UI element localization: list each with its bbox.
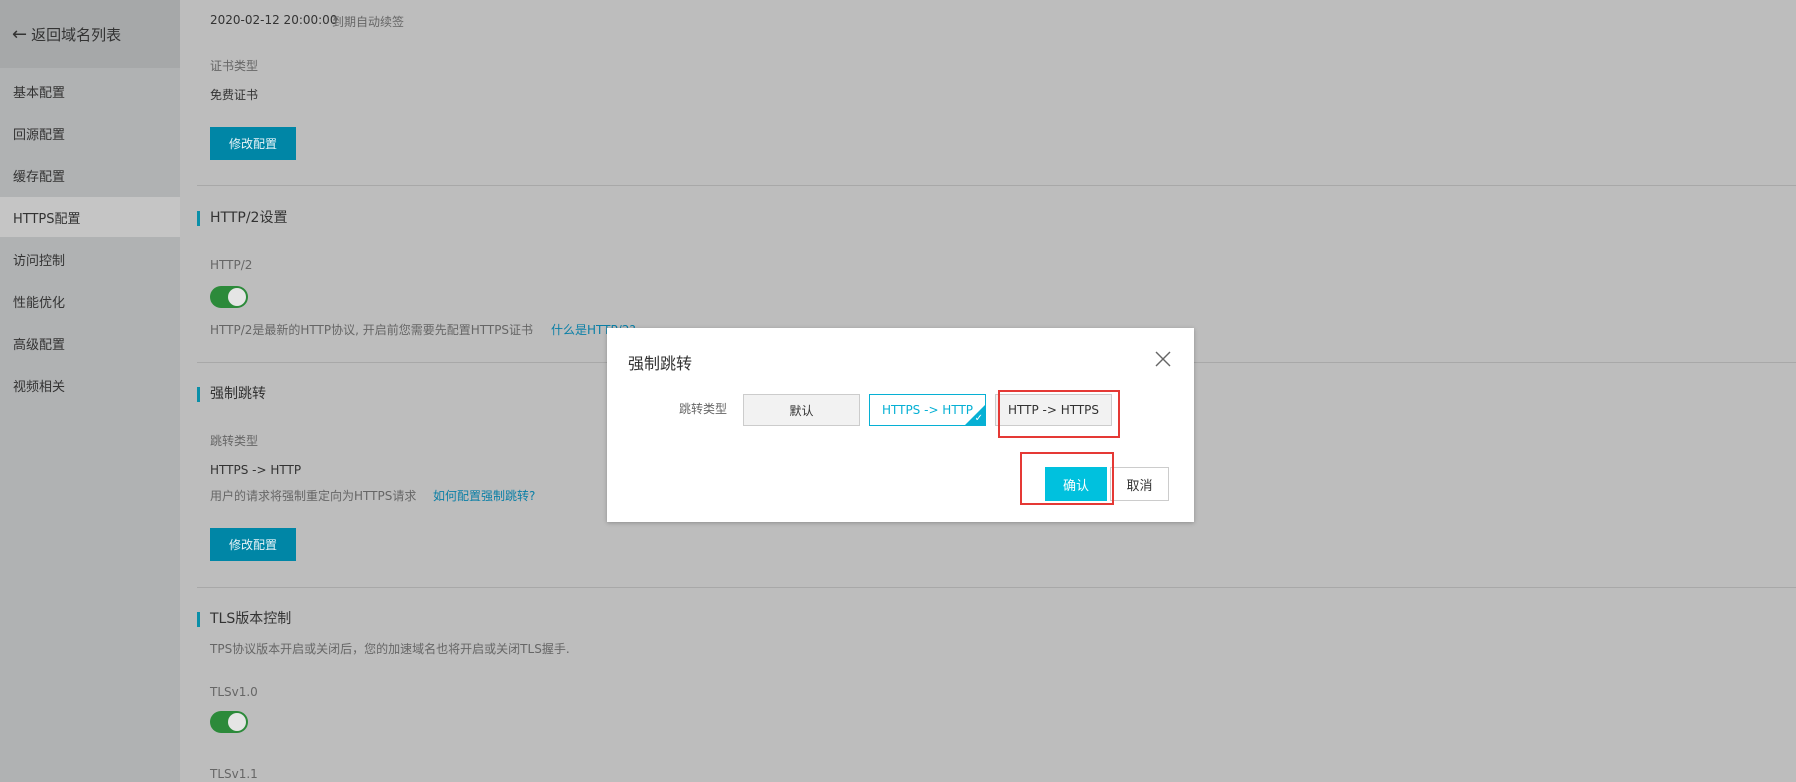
redirect-type-value: HTTPS -> HTTP [210, 463, 302, 477]
sidebar-item-cache[interactable]: 缓存配置 [0, 155, 180, 195]
http2-description: HTTP/2是最新的HTTP协议, 开启前您需要先配置HTTPS证书 [210, 323, 534, 337]
http2-label: HTTP/2 [210, 258, 253, 272]
divider [197, 587, 1796, 588]
highlight-box-confirm [1020, 452, 1114, 505]
option-https-to-http[interactable]: HTTPS -> HTTP ✓ [869, 394, 986, 426]
cert-type-value: 免费证书 [210, 88, 259, 102]
back-to-domain-list-link[interactable]: ← 返回域名列表 [0, 0, 180, 68]
sidebar-item-label: 访问控制 [13, 253, 66, 269]
sidebar-item-access-control[interactable]: 访问控制 [0, 239, 180, 279]
sidebar-item-label: 基本配置 [13, 85, 66, 101]
http2-toggle[interactable] [210, 286, 248, 308]
redirect-type-field-label: 跳转类型 [679, 402, 728, 416]
tls-section-title: TLS版本控制 [197, 612, 291, 627]
sidebar-item-advanced[interactable]: 高级配置 [0, 323, 180, 363]
option-label: 默认 [789, 403, 814, 418]
divider [197, 185, 1796, 186]
sidebar-item-basic[interactable]: 基本配置 [0, 71, 180, 111]
redirect-section-title: 强制跳转 [197, 387, 266, 402]
option-label: HTTPS -> HTTP [881, 403, 974, 417]
option-default[interactable]: 默认 [743, 394, 860, 426]
sidebar-item-label: 高级配置 [13, 337, 66, 353]
tls-v10-toggle[interactable] [210, 711, 248, 733]
sidebar-item-performance[interactable]: 性能优化 [0, 281, 180, 321]
tls-v10-label: TLSv1.0 [210, 685, 258, 699]
checkmark-icon: ✓ [974, 413, 983, 424]
redirect-help-link[interactable]: 如何配置强制跳转? [433, 487, 535, 504]
sidebar-item-label: 回源配置 [13, 127, 66, 143]
back-label: 返回域名列表 [31, 25, 122, 44]
redirect-modify-button[interactable]: 修改配置 [210, 528, 296, 561]
cert-type-label: 证书类型 [210, 59, 259, 73]
sidebar: ← 返回域名列表 基本配置 回源配置 缓存配置 HTTPS配置 访问控制 性能优… [0, 0, 180, 782]
sidebar-item-label: 视频相关 [13, 379, 66, 395]
sidebar-item-origin[interactable]: 回源配置 [0, 113, 180, 153]
sidebar-item-video[interactable]: 视频相关 [0, 365, 180, 405]
redirect-description: 用户的请求将强制重定向为HTTPS请求 [210, 489, 417, 503]
modal-title: 强制跳转 [628, 354, 693, 373]
highlight-box-option [998, 390, 1120, 438]
cancel-button[interactable]: 取消 [1110, 467, 1169, 501]
cert-renew-note: 到期自动续签 [332, 15, 405, 29]
cert-expiry: 2020-02-12 20:00:00 [210, 13, 338, 27]
sidebar-item-label: 缓存配置 [13, 169, 66, 185]
sidebar-item-label: 性能优化 [13, 295, 66, 311]
close-icon[interactable] [1154, 350, 1172, 368]
tls-description: TPS协议版本开启或关闭后，您的加速域名也将开启或关闭TLS握手. [210, 642, 570, 656]
arrow-left-icon: ← [12, 23, 28, 45]
cert-modify-button[interactable]: 修改配置 [210, 127, 296, 160]
sidebar-item-label: HTTPS配置 [13, 211, 81, 227]
http2-section-title: HTTP/2设置 [197, 211, 287, 226]
tls-v11-label: TLSv1.1 [210, 767, 258, 781]
sidebar-item-https[interactable]: HTTPS配置 [0, 197, 180, 237]
redirect-type-label: 跳转类型 [210, 434, 259, 448]
